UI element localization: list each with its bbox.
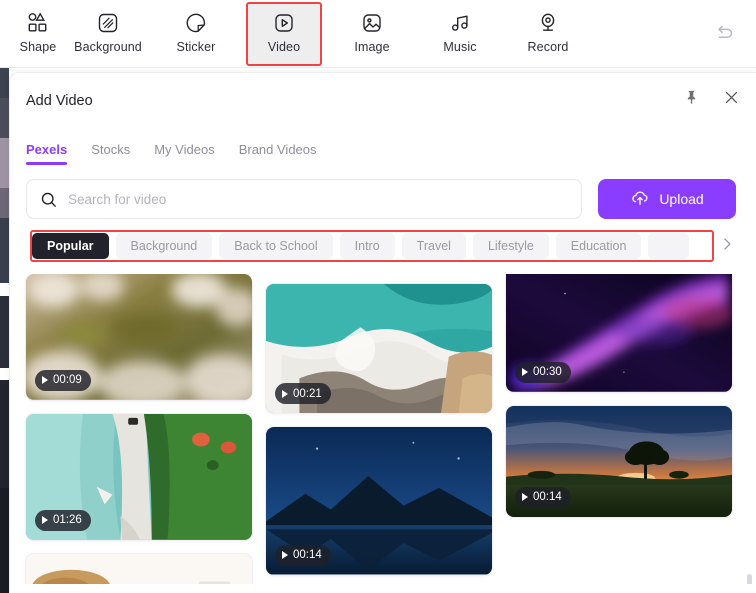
video-card[interactable]: 01:26 — [26, 414, 252, 540]
tab-stocks[interactable]: Stocks — [91, 142, 130, 165]
duration-text: 00:30 — [533, 366, 562, 378]
play-icon — [42, 516, 48, 524]
video-column-1: 00:09 — [26, 274, 252, 584]
sticker-icon — [182, 9, 210, 37]
duration-text: 00:21 — [293, 388, 322, 400]
video-duration-badge: 00:21 — [275, 383, 331, 404]
chip-popular[interactable]: Popular — [32, 233, 109, 259]
video-icon — [270, 9, 298, 37]
tab-brand-videos[interactable]: Brand Videos — [239, 142, 317, 165]
chip-travel[interactable]: Travel — [402, 233, 466, 259]
record-icon — [534, 9, 562, 37]
pin-icon — [683, 89, 700, 111]
toolbar-label-image: Image — [354, 40, 389, 54]
tab-pexels[interactable]: Pexels — [26, 142, 67, 165]
chip-education[interactable]: Education — [556, 233, 642, 259]
video-duration-badge: 00:14 — [275, 545, 331, 566]
undo-button[interactable] — [708, 18, 742, 50]
editor-canvas-strip — [0, 68, 9, 593]
video-card[interactable]: 00:21 — [266, 284, 492, 414]
play-icon — [282, 390, 288, 398]
tab-my-videos[interactable]: My Videos — [154, 142, 214, 165]
video-duration-badge: 00:09 — [35, 370, 91, 391]
duration-text: 00:09 — [53, 374, 82, 386]
panel-header-actions — [678, 87, 744, 113]
pin-button[interactable] — [678, 87, 704, 113]
chip-background[interactable]: Background — [116, 233, 213, 259]
duration-text: 00:14 — [533, 491, 562, 503]
close-icon — [722, 88, 741, 112]
toolbar-item-video[interactable]: Video — [246, 3, 322, 65]
play-icon — [42, 376, 48, 384]
chip-back-to-school[interactable]: Back to School — [219, 233, 332, 259]
toolbar-label-shape: Shape — [20, 40, 57, 54]
video-grid-columns: 00:09 — [26, 274, 732, 584]
video-duration-badge: 00:14 — [515, 487, 571, 508]
top-toolbar: Shape Background Sticker — [0, 0, 756, 68]
close-button[interactable] — [718, 87, 744, 113]
video-card[interactable]: 00:09 — [26, 274, 252, 400]
upload-button-label: Upload — [659, 191, 703, 207]
toolbar-item-music[interactable]: Music — [422, 3, 498, 65]
add-video-panel: Add Video — [9, 72, 756, 593]
video-duration-badge: 01:26 — [35, 510, 91, 531]
music-icon — [446, 9, 474, 37]
search-box[interactable] — [26, 179, 582, 219]
category-chips: Popular Background Back to School Intro … — [32, 233, 720, 259]
play-icon — [522, 493, 528, 501]
search-input[interactable] — [68, 192, 569, 207]
chips-next-button[interactable] — [714, 233, 740, 259]
video-card[interactable] — [26, 554, 252, 584]
video-thumbnail-portrait-partial — [26, 554, 252, 584]
undo-icon — [713, 20, 737, 49]
panel-title: Add Video — [26, 93, 93, 109]
upload-cloud-icon — [630, 188, 650, 211]
chip-lifestyle[interactable]: Lifestyle — [473, 233, 549, 259]
video-column-2: 00:21 — [266, 274, 492, 584]
toolbar-item-image[interactable]: Image — [334, 3, 410, 65]
chip-overflow[interactable] — [648, 233, 688, 259]
play-icon — [282, 551, 288, 559]
toolbar-label-video: Video — [268, 40, 300, 54]
image-icon — [358, 9, 386, 37]
upload-button[interactable]: Upload — [598, 179, 736, 219]
chevron-right-icon — [718, 235, 736, 258]
toolbar-label-background: Background — [74, 40, 142, 54]
toolbar-item-sticker[interactable]: Sticker — [158, 3, 234, 65]
video-duration-badge: 00:30 — [515, 362, 571, 383]
video-card[interactable]: 00:30 — [506, 274, 732, 392]
toolbar-label-record: Record — [528, 40, 569, 54]
chip-intro[interactable]: Intro — [340, 233, 395, 259]
toolbar-item-background[interactable]: Background — [70, 3, 146, 65]
shapes-icon — [24, 9, 52, 37]
category-chips-row: Popular Background Back to School Intro … — [10, 233, 756, 263]
toolbar-item-record[interactable]: Record — [510, 3, 586, 65]
app-root: Shape Background Sticker — [0, 0, 756, 593]
play-icon — [522, 368, 528, 376]
video-results-grid: 00:09 — [10, 274, 756, 584]
toolbar-item-shape[interactable]: Shape — [0, 3, 76, 65]
duration-text: 00:14 — [293, 549, 322, 561]
panel-header: Add Video — [10, 73, 756, 129]
toolbar-label-sticker: Sticker — [177, 40, 216, 54]
search-row: Upload — [10, 165, 756, 219]
search-icon — [39, 190, 58, 209]
background-icon — [94, 9, 122, 37]
source-tabs: Pexels Stocks My Videos Brand Videos — [10, 129, 756, 165]
video-column-3: 00:30 — [506, 274, 732, 584]
results-scrollbar[interactable] — [747, 574, 752, 584]
duration-text: 01:26 — [53, 514, 82, 526]
video-card[interactable]: 00:14 — [266, 427, 492, 574]
toolbar-label-music: Music — [443, 40, 476, 54]
video-card[interactable]: 00:14 — [506, 406, 732, 517]
